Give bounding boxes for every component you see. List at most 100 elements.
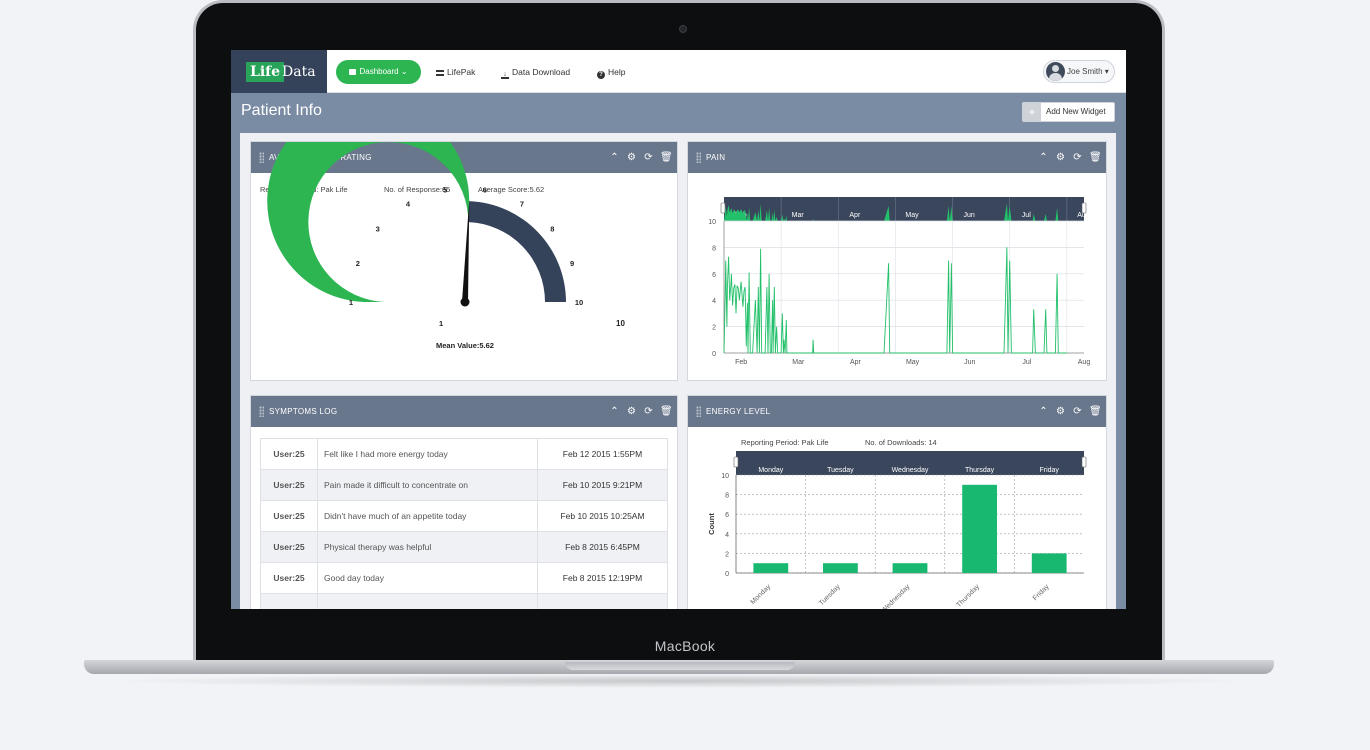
pain-y-tick-label: 4 — [712, 298, 716, 305]
gauge-tick-label: 2 — [356, 259, 360, 268]
energy-y-tick-label: 2 — [725, 551, 729, 558]
table-row[interactable]: User:25 Good day today Feb 8 2015 12:19P… — [260, 562, 668, 594]
pain-chart: FebMarAprMayJunJulAug0246810FebMarAprMay… — [708, 197, 1091, 366]
row-date: Feb 8 2015 12:19PM — [537, 562, 668, 594]
row-text: Good day today — [317, 562, 538, 594]
pain-y-tick-label: 6 — [712, 272, 716, 279]
widget-symptoms-log: SYMPTOMS LOG ⌃ ⚙ ⟳ 🗑 User:25 Felt like I… — [250, 395, 678, 609]
energy-y-tick-label: 8 — [725, 493, 729, 500]
trash-icon[interactable]: 🗑 — [660, 406, 673, 417]
pain-x-tick-label: May — [906, 359, 920, 366]
logo-data: Data — [282, 64, 316, 80]
dashboard-content: AVERAGE MOOD RATING ⌃ ⚙ ⟳ 🗑 Reporting Pe… — [240, 133, 1116, 609]
gauge-mean-value: Mean Value:5.62 — [436, 341, 494, 350]
row-date: Feb 10 2015 9:21PM — [537, 469, 668, 501]
pain-navigator-label: Jul — [1022, 212, 1031, 219]
table-row[interactable]: User:25 Felt like I had more energy toda… — [260, 438, 668, 470]
row-text — [317, 593, 538, 609]
row-text: Didn't have much of an appetite today — [317, 500, 538, 532]
row-user: User:25 — [260, 469, 318, 501]
energy-bar — [1031, 553, 1067, 573]
gauge-tick-label: 10 — [575, 298, 583, 307]
energy-x-tick-label: Friday — [1032, 583, 1051, 602]
energy-navigator-handle-right — [1081, 456, 1087, 468]
energy-bar-chart: Monday Tuesday Wednesday Thursday Friday 0 2 4 6… — [707, 451, 1087, 609]
nav-lifepak-link[interactable]: LifePak — [436, 60, 475, 84]
energy-navigator-label: Tuesday — [827, 467, 854, 474]
energy-y-tick-label: 6 — [725, 512, 729, 519]
download-icon: ↓ — [501, 71, 509, 79]
nav-help-link[interactable]: ? Help — [597, 60, 625, 84]
list-icon — [436, 70, 444, 76]
refresh-icon[interactable]: ⟳ — [643, 406, 654, 417]
nav-dashboard-label: Dashboard ⌄ — [359, 67, 408, 76]
pain-x-tick-label: Jun — [964, 359, 975, 366]
energy-x-tick-label: Monday — [750, 583, 773, 606]
gauge-tick-label: 6 — [483, 186, 487, 195]
energy-y-tick-label: 4 — [725, 532, 729, 539]
widget-header: SYMPTOMS LOG ⌃ ⚙ ⟳ 🗑 — [251, 396, 677, 427]
pain-y-tick-label: 2 — [712, 325, 716, 332]
row-text: Pain made it difficult to concentrate on — [317, 469, 538, 501]
device-brand-label: MacBook — [654, 638, 716, 654]
top-navigation: Life Data Dashboard ⌄ LifePak ↓ Data Down… — [231, 50, 1126, 93]
row-user: User:25 — [260, 562, 318, 594]
pain-navigator-label: May — [905, 212, 919, 219]
table-row[interactable] — [260, 593, 668, 609]
energy-bar — [962, 484, 997, 573]
avatar — [1046, 62, 1065, 81]
drag-handle[interactable] — [259, 406, 264, 417]
camera-icon — [679, 25, 687, 33]
pain-navigator-label: Jun — [963, 212, 974, 219]
row-user: User:25 — [260, 531, 318, 563]
pain-x-tick-label: Apr — [850, 359, 862, 366]
energy-navigator-label: Thursday — [965, 467, 995, 474]
pain-x-tick-label: Aug — [1078, 359, 1091, 366]
dashboard-icon — [349, 69, 357, 75]
row-date: Feb 8 2015 6:45PM — [537, 531, 668, 563]
pain-y-tick-label: 10 — [708, 219, 716, 226]
pain-navigator-handle-right — [1081, 202, 1087, 214]
gauge-tick-label: 5 — [443, 186, 447, 195]
gauge-remaining-band — [468, 201, 566, 302]
pain-x-tick-label: Feb — [735, 359, 747, 366]
table-row[interactable]: User:25 Didn't have much of an appetite … — [260, 500, 668, 532]
logo[interactable]: Life Data — [231, 50, 327, 93]
gauge-max-label: 10 — [616, 319, 625, 328]
energy-navigator-handle-left — [733, 456, 739, 468]
widget-energy-level: ENERGY LEVEL ⌃ ⚙ ⟳ 🗑 Reporting Period: P… — [687, 395, 1107, 609]
nav-data-download-link[interactable]: ↓ Data Download — [501, 60, 570, 84]
table-row[interactable]: User:25 Physical therapy was helpful Feb… — [260, 531, 668, 563]
chevron-up-icon[interactable]: ⌃ — [609, 406, 620, 417]
gauge-tick-label: 8 — [550, 225, 554, 234]
table-row[interactable]: User:25 Pain made it difficult to concen… — [260, 469, 668, 501]
gauge-min-label: 1 — [439, 319, 444, 328]
energy-y-tick-label: 0 — [725, 571, 729, 578]
energy-x-tick-label: Thursday — [955, 583, 981, 609]
user-menu[interactable]: Joe Smith ▾ — [1043, 60, 1115, 83]
nav-dashboard-button[interactable]: Dashboard ⌄ — [336, 60, 421, 84]
add-widget-button[interactable]: + Add New Widget — [1022, 102, 1115, 122]
energy-bar — [892, 563, 928, 573]
symptoms-table: User:25 Felt like I had more energy toda… — [260, 438, 668, 609]
row-date: Feb 10 2015 10:25AM — [537, 500, 668, 532]
laptop-notch — [565, 662, 795, 670]
app-screen: Life Data Dashboard ⌄ LifePak ↓ Data Down… — [231, 50, 1126, 609]
row-date — [537, 593, 668, 609]
plus-icon: + — [1023, 103, 1041, 121]
row-user: User:25 — [260, 438, 318, 470]
add-widget-label: Add New Widget — [1046, 107, 1106, 116]
row-user: User:25 — [260, 500, 318, 532]
row-text: Physical therapy was helpful — [317, 531, 538, 563]
row-date: Feb 12 2015 1:55PM — [537, 438, 668, 470]
nav-help-label: Help — [608, 67, 626, 77]
energy-navigator-label: Wednesday — [892, 467, 929, 474]
row-user — [260, 593, 318, 609]
logo-life: Life — [246, 62, 285, 82]
energy-bar — [823, 563, 858, 573]
widget-pain: PAIN ⌃ ⚙ ⟳ 🗑 FebMarAprMayJunJulAug024681… — [687, 141, 1107, 381]
gauge-tick-label: 3 — [376, 225, 380, 234]
page-title: Patient Info — [241, 102, 322, 119]
pain-navigator-label: Mar — [792, 212, 805, 219]
gear-icon[interactable]: ⚙ — [626, 406, 637, 417]
